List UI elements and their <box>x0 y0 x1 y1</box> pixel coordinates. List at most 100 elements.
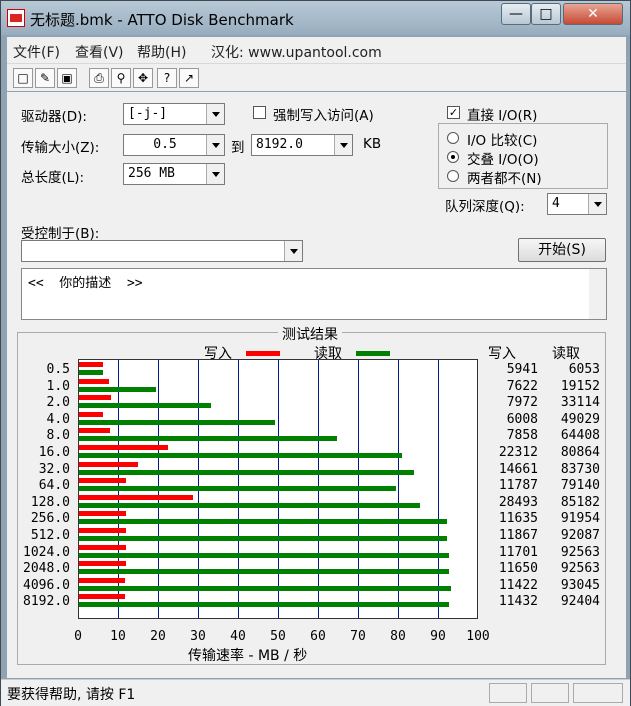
write-bar <box>79 362 103 367</box>
write-value: 11422 <box>498 577 538 593</box>
menu-file[interactable]: 文件(F) <box>13 42 60 62</box>
save-icon[interactable]: ▣ <box>57 68 77 88</box>
status-text: 要获得帮助, 请按 F1 <box>7 687 136 703</box>
row-label: 8.0 <box>46 428 70 444</box>
write-bar <box>79 561 126 567</box>
read-bar <box>79 403 212 409</box>
drive-label: 驱动器(D): <box>21 109 87 125</box>
row-label: 4.0 <box>46 411 70 427</box>
row-label: 512.0 <box>30 528 70 543</box>
description-text: << 你的描述 >> <box>28 276 143 291</box>
write-value: 11701 <box>498 544 538 560</box>
write-value: 11650 <box>498 561 538 577</box>
write-bar <box>79 461 138 467</box>
start-button[interactable]: 开始(S) <box>518 238 606 262</box>
main-panel: 驱动器(D): [-j-] 强制写入访问(A) ✓ 直接 I/O(R) 传输大小… <box>7 92 626 678</box>
read-bar <box>79 569 450 575</box>
row-label: 128.0 <box>30 494 70 510</box>
new-file-icon[interactable]: □ <box>13 68 33 88</box>
transfer-max-select[interactable]: 8192.0 <box>251 134 353 156</box>
row-label: 16.0 <box>38 445 70 460</box>
minimize-button[interactable]: — <box>501 3 531 25</box>
print-icon[interactable]: ⎙ <box>89 68 109 88</box>
x-tick-label: 80 <box>390 629 406 644</box>
queue-depth-value: 4 <box>552 196 560 211</box>
read-value: 92563 <box>560 544 600 560</box>
context-help-icon[interactable]: ↗ <box>179 68 199 88</box>
write-value: 28493 <box>498 494 538 510</box>
controlled-by-select[interactable] <box>21 240 303 262</box>
read-value: 80864 <box>560 445 600 460</box>
write-bar <box>79 428 111 434</box>
force-write-label: 强制写入访问(A) <box>273 108 374 124</box>
read-bar <box>79 419 276 425</box>
queue-depth-select[interactable]: 4 <box>547 193 607 215</box>
controlled-by-label: 受控制于(B): <box>21 226 100 242</box>
queue-depth-label: 队列深度(Q): <box>445 199 525 215</box>
move-icon[interactable]: ✥ <box>133 68 153 88</box>
title-bar[interactable]: 无标题.bmk - ATTO Disk Benchmark — □ ✕ <box>1 1 630 35</box>
write-bar <box>79 445 169 450</box>
force-write-checkbox[interactable] <box>253 106 266 119</box>
read-value: 85182 <box>560 494 600 510</box>
close-button[interactable]: ✕ <box>563 3 623 25</box>
read-value: 92087 <box>560 528 600 543</box>
read-value: 83730 <box>560 461 600 477</box>
maximize-button[interactable]: □ <box>531 3 561 25</box>
write-bar <box>79 378 110 384</box>
read-bar <box>79 552 450 558</box>
menu-bar: 文件(F) 查看(V) 帮助(H) 汉化: www.upantool.com <box>7 37 626 63</box>
direct-io-checkbox[interactable]: ✓ <box>447 106 460 119</box>
chevron-down-icon <box>206 135 224 155</box>
menu-help[interactable]: 帮助(H) <box>137 42 186 62</box>
io-compare-radio[interactable] <box>447 132 459 144</box>
row-label: 256.0 <box>30 511 70 527</box>
read-value: 6053 <box>568 362 600 377</box>
x-tick-label: 30 <box>190 629 206 644</box>
write-value: 22312 <box>498 445 538 460</box>
row-label: 64.0 <box>38 478 70 494</box>
menu-view[interactable]: 查看(V) <box>75 42 124 62</box>
overlapped-io-radio[interactable] <box>447 151 459 163</box>
write-bar <box>79 594 125 600</box>
row-label: 1.0 <box>46 378 70 394</box>
row-label: 2.0 <box>46 395 70 411</box>
read-value: 19152 <box>560 378 600 394</box>
read-bar <box>79 486 396 492</box>
transfer-min-select[interactable]: 0.5 <box>123 134 225 156</box>
column-header-write: 写入 <box>488 346 516 362</box>
x-tick-label: 50 <box>270 629 286 644</box>
status-pane <box>489 683 527 703</box>
direct-io-label: 直接 I/O(R) <box>467 108 538 124</box>
help-icon[interactable]: ? <box>157 68 177 88</box>
write-value: 11635 <box>498 511 538 527</box>
description-field[interactable]: << 你的描述 >> <box>21 268 607 320</box>
x-tick-label: 20 <box>150 629 166 644</box>
write-value: 5941 <box>506 362 538 377</box>
legend-read-swatch <box>356 351 390 356</box>
read-value: 92404 <box>560 594 600 610</box>
chevron-down-icon <box>206 104 224 124</box>
neither-radio[interactable] <box>447 170 459 182</box>
write-bar <box>79 395 111 401</box>
status-bar: 要获得帮助, 请按 F1 <box>1 679 630 706</box>
drive-select[interactable]: [-j-] <box>123 103 225 125</box>
to-label: 到 <box>231 140 245 156</box>
total-length-select[interactable]: 256 MB <box>123 163 225 185</box>
status-pane <box>573 683 623 703</box>
read-value: 91954 <box>560 511 600 527</box>
write-bar <box>79 478 127 484</box>
io-mode-group: I/O 比较(C) 交叠 I/O(O) 两者都不(N) <box>438 123 608 189</box>
scrollbar[interactable] <box>589 269 606 319</box>
read-bar <box>79 370 104 375</box>
read-value: 92563 <box>560 561 600 577</box>
io-compare-label: I/O 比较(C) <box>467 133 538 149</box>
x-tick-label: 100 <box>466 629 490 644</box>
read-bar <box>79 453 403 458</box>
row-label: 1024.0 <box>23 544 70 560</box>
chevron-down-icon <box>334 135 352 155</box>
open-folder-icon[interactable]: ✎ <box>35 68 55 88</box>
column-header-read: 读取 <box>552 346 580 362</box>
print-preview-icon[interactable]: ⚲ <box>111 68 131 88</box>
transfer-min-value: 0.5 <box>153 137 177 152</box>
